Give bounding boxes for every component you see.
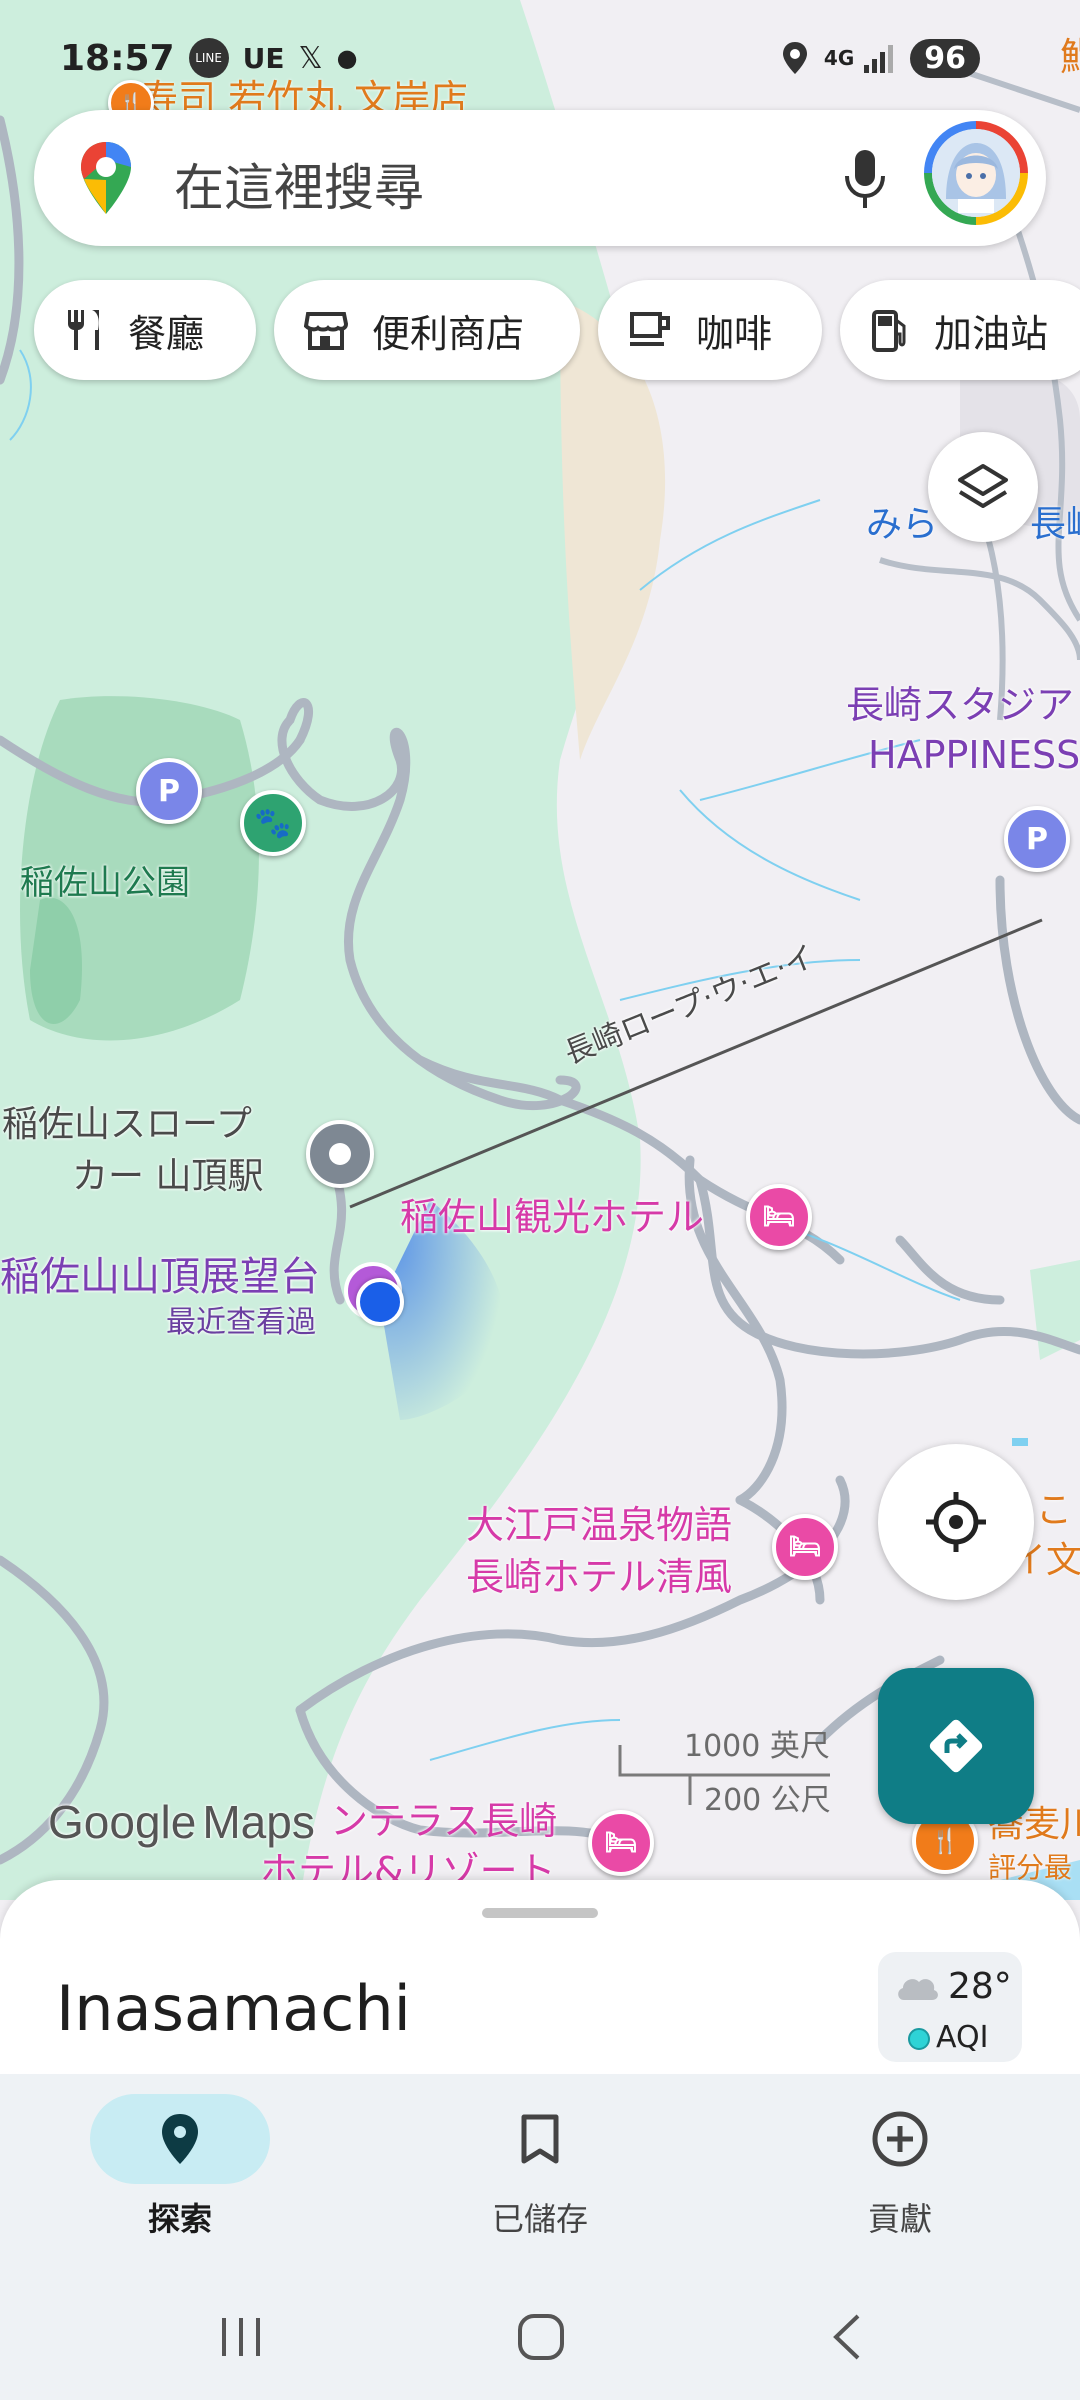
directions-button[interactable]	[878, 1668, 1034, 1824]
nav-label: 貢獻	[867, 2200, 932, 2238]
x-icon: 𝕏	[298, 40, 323, 76]
mira-label-2[interactable]: 長崎	[1030, 504, 1080, 545]
hotel-pin-icon[interactable]: 🛏	[746, 1184, 812, 1250]
system-navigation-bar	[0, 2274, 1080, 2400]
hotel-pin-3-icon[interactable]: 🛏	[588, 1810, 654, 1876]
home-icon[interactable]	[516, 2312, 566, 2362]
chip-label: 餐廳	[128, 311, 205, 356]
layers-button[interactable]	[928, 432, 1038, 542]
location-pin-icon	[162, 2114, 198, 2164]
coffee-icon	[630, 312, 670, 346]
ue-icon: UE	[242, 41, 285, 75]
chip-label: 咖啡	[696, 311, 773, 356]
nav-contribute[interactable]: 貢獻	[800, 2094, 1000, 2240]
profile-picture-icon	[932, 129, 1020, 217]
layers-icon	[958, 464, 1008, 508]
bottom-navigation: 探索 已儲存 貢獻	[0, 2074, 1080, 2274]
park-label[interactable]: 稲佐山公園	[20, 863, 190, 903]
status-edge-label: 鮨	[1060, 35, 1080, 79]
chip-restaurants[interactable]: 餐廳	[34, 280, 256, 380]
status-bar: 18:57 LINE UE 𝕏 ● 4G 96	[60, 30, 1060, 86]
temperature: 28°	[948, 1966, 1012, 2007]
status-time: 18:57	[60, 37, 175, 79]
scale-meters: 200 公尺	[704, 1783, 831, 1818]
store-icon	[304, 312, 348, 350]
location-status-icon	[782, 42, 807, 74]
hotel-label-1[interactable]: 稲佐山観光ホテル	[400, 1195, 704, 1240]
nav-explore[interactable]: 探索	[80, 2094, 280, 2240]
chip-label: 加油站	[934, 311, 1049, 356]
search-input[interactable]: 在這裡搜尋	[174, 148, 424, 220]
recent-apps-icon[interactable]	[218, 2314, 264, 2360]
chip-convenience-store[interactable]: 便利商店	[274, 280, 580, 380]
ropeway-station-label-1[interactable]: 稲佐山スロープ	[2, 1104, 252, 1145]
current-location-dot-icon	[356, 1278, 404, 1326]
ropeway-station-label-2[interactable]: カー 山頂駅	[72, 1156, 263, 1197]
parking-pin-right-icon[interactable]: P	[1004, 806, 1070, 872]
fork-knife-icon	[68, 310, 99, 350]
chip-label: 便利商店	[372, 311, 525, 356]
crosshair-icon	[926, 1492, 986, 1552]
battery-indicator: 96	[910, 38, 980, 78]
place-title: Inasamachi	[56, 1972, 411, 2045]
google-maps-logo: Google Maps	[48, 1796, 315, 1848]
microphone-icon[interactable]	[842, 148, 888, 210]
nav-label: 探索	[147, 2200, 212, 2238]
aqi-dot-icon	[908, 2028, 930, 2050]
observatory-sub-label: 最近查看過	[166, 1305, 316, 1340]
dot-icon: ●	[336, 44, 358, 72]
stadium-label-1[interactable]: 長崎スタジア	[846, 683, 1074, 728]
nav-saved[interactable]: 已儲存	[440, 2094, 640, 2240]
observatory-label[interactable]: 稲佐山山頂展望台	[0, 1254, 320, 1300]
hotel-label-2b[interactable]: 長崎ホテル清風	[466, 1555, 732, 1600]
network-4g-icon: 4G	[823, 46, 855, 70]
hotel-pin-2-icon[interactable]: 🛏	[772, 1514, 838, 1580]
hotel-label-3a[interactable]: ンテラス長崎	[330, 1799, 557, 1844]
cloud-icon	[898, 1979, 938, 2000]
parking-pin-icon[interactable]: P	[136, 758, 202, 824]
station-pin-icon[interactable]	[306, 1120, 374, 1188]
line-icon: LINE	[188, 38, 229, 78]
hotel-label-2a[interactable]: 大江戸温泉物語	[466, 1503, 732, 1548]
add-circle-icon	[872, 2111, 928, 2167]
chip-coffee[interactable]: 咖啡	[598, 280, 822, 380]
search-bar[interactable]: 在這裡搜尋	[34, 110, 1046, 246]
signal-icon	[864, 45, 894, 73]
paw-pin-icon[interactable]: 🐾	[240, 790, 306, 856]
drag-handle[interactable]	[482, 1908, 598, 1918]
my-location-button[interactable]	[878, 1444, 1034, 1600]
avatar[interactable]	[924, 121, 1028, 225]
back-icon[interactable]	[826, 2312, 866, 2362]
gas-station-icon	[872, 310, 906, 352]
directions-icon	[929, 1719, 983, 1773]
google-maps-logo-icon	[81, 142, 131, 214]
weather-card[interactable]: 28° AQI	[878, 1952, 1022, 2062]
stadium-label-2[interactable]: HAPPINESS	[868, 733, 1080, 778]
aqi-label: AQI	[936, 2020, 989, 2055]
mira-label[interactable]: みら	[866, 504, 938, 545]
bookmark-icon	[521, 2114, 559, 2164]
chip-gas-station[interactable]: 加油站	[840, 280, 1080, 380]
scale-feet: 1000 英尺	[684, 1729, 830, 1764]
bottom-sheet[interactable]: Inasamachi 28° AQI	[0, 1880, 1080, 2080]
nav-label: 已儲存	[491, 2200, 588, 2238]
